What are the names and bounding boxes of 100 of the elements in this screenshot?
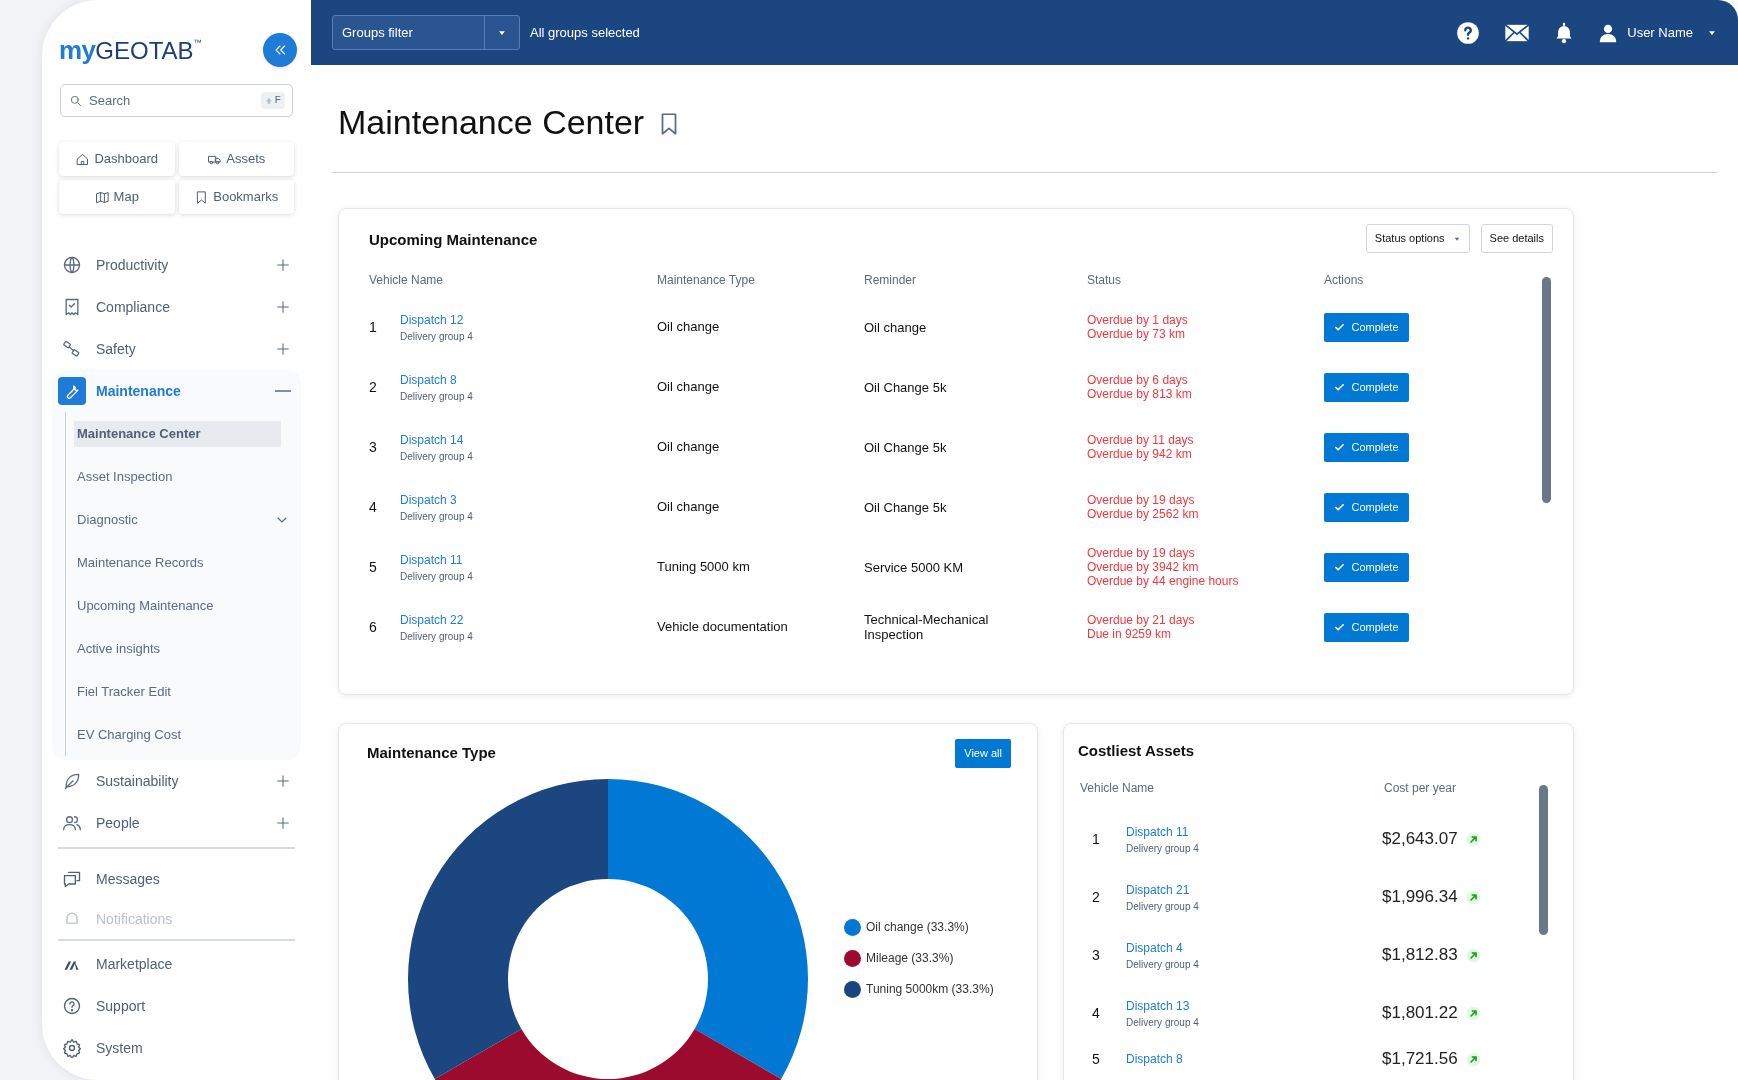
column-header: Vehicle Name: [369, 272, 445, 289]
scrollbar-thumb[interactable]: [1542, 277, 1551, 503]
gear-icon: [62, 1038, 82, 1058]
status-text: Overdue by 942 km: [1087, 447, 1193, 461]
quick-link-button[interactable]: Assets: [178, 142, 294, 176]
submenu-item[interactable]: Maintenance Center: [74, 420, 281, 447]
nav-item[interactable]: Compliance: [52, 286, 301, 328]
complete-button[interactable]: Complete: [1324, 372, 1409, 402]
complete-button[interactable]: Complete: [1324, 612, 1409, 642]
status-text: Overdue by 11 days: [1087, 433, 1195, 447]
check-icon: [1334, 501, 1346, 513]
nav-item[interactable]: Productivity: [52, 244, 301, 286]
complete-button[interactable]: Complete: [1324, 432, 1409, 462]
cost-value: $1,801.22: [1382, 1002, 1458, 1025]
check-icon: [1334, 321, 1346, 333]
page-title: Maintenance Center: [338, 105, 645, 139]
status-text: Overdue by 19 days: [1087, 546, 1196, 560]
legend-label: Tuning 5000km (33.3%): [866, 981, 994, 998]
logo: myGEOTAB™: [59, 37, 202, 63]
vehicle-link[interactable]: Dispatch 13: [1126, 996, 1190, 1015]
vehicle-link[interactable]: Dispatch 11: [1126, 822, 1189, 841]
vehicle-group: Delivery group 4: [400, 448, 473, 464]
quick-link-button[interactable]: Dashboard: [59, 142, 175, 176]
cost-value: $1,812.83: [1382, 944, 1458, 967]
nav-item[interactable]: Safety: [52, 328, 301, 370]
row-number: 2: [369, 377, 378, 397]
vehicle-link[interactable]: Dispatch 3: [400, 490, 457, 509]
table-cell-text: Oil change: [864, 319, 928, 335]
legend-label: Mileage (33.3%): [866, 950, 954, 967]
see-details-button[interactable]: See details: [1480, 224, 1553, 253]
nav-label: Compliance: [96, 297, 171, 317]
card-title: Costliest Assets: [1078, 741, 1196, 761]
table-cell-text: Oil Change 5k: [864, 439, 948, 455]
status-text: Overdue by 21 days: [1087, 613, 1196, 627]
table-cell-text: Technical-Mechanical Inspection: [864, 612, 990, 642]
map-icon: [94, 189, 110, 205]
collapse-button[interactable]: [263, 33, 297, 67]
quick-link-button[interactable]: Bookmarks: [178, 180, 294, 214]
nav-label: Maintenance: [96, 381, 182, 401]
vehicle-link[interactable]: Dispatch 4: [1126, 938, 1183, 957]
submenu-item[interactable]: Active insights: [74, 635, 293, 662]
status-text: Overdue by 73 km: [1087, 327, 1187, 341]
minus-icon: [275, 390, 291, 392]
row-number: 4: [1091, 1003, 1101, 1023]
view-all-button[interactable]: View all: [955, 738, 1011, 768]
status-text: Overdue by 2562 km: [1087, 507, 1200, 521]
row-number: 5: [369, 557, 378, 577]
submenu-item[interactable]: Fiel Tracker Edit: [74, 678, 293, 705]
submenu-item[interactable]: Asset Inspection: [74, 463, 293, 490]
trend-up-icon: [1465, 889, 1481, 905]
status-text: Overdue by 813 km: [1087, 387, 1193, 401]
submenu-item[interactable]: Maintenance Records: [74, 549, 293, 576]
table-cell-text: Oil change: [657, 378, 721, 397]
nav-item[interactable]: People: [52, 802, 301, 844]
status-options-dropdown[interactable]: Status options: [1365, 224, 1470, 253]
groups-filter-dropdown[interactable]: Groups filter: [332, 15, 520, 50]
plus-icon: [275, 257, 291, 273]
nav-item[interactable]: Sustainability: [52, 760, 301, 802]
check-icon: [1334, 381, 1346, 393]
cost-value: $1,721.56: [1382, 1048, 1458, 1071]
nav-item[interactable]: Support: [42, 985, 311, 1027]
row-number: 6: [369, 617, 378, 637]
trend-up-icon: [1465, 1005, 1481, 1021]
table-cell-text: Tuning 5000 km: [657, 558, 751, 577]
card-title: Upcoming Maintenance: [369, 230, 538, 250]
plus-icon: [275, 815, 291, 831]
vehicle-link[interactable]: Dispatch 22: [400, 610, 464, 629]
quick-link-button[interactable]: Map: [59, 180, 175, 214]
complete-button[interactable]: Complete: [1324, 312, 1409, 342]
vehicle-link[interactable]: Dispatch 11: [400, 550, 463, 569]
groups-summary: All groups selected: [530, 23, 640, 42]
column-header: Vehicle Name: [1080, 780, 1156, 797]
vehicle-link[interactable]: Dispatch 8: [1126, 1050, 1183, 1068]
nav-item[interactable]: Marketplace: [42, 943, 311, 985]
complete-button[interactable]: Complete: [1324, 492, 1409, 522]
vehicle-group: Delivery group 4: [400, 508, 473, 524]
vehicle-group: Delivery group 4: [1126, 840, 1199, 856]
vehicle-link[interactable]: Dispatch 21: [1126, 880, 1190, 899]
submenu-item[interactable]: EV Charging Cost: [74, 721, 293, 748]
nav-item[interactable]: System: [42, 1027, 311, 1069]
user-menu-button[interactable]: User Name: [1597, 21, 1717, 44]
vehicle-group: Delivery group 4: [400, 328, 473, 344]
vehicle-group: Delivery group 4: [1126, 956, 1199, 972]
help-icon[interactable]: [1455, 19, 1482, 46]
cost-value: $1,996.34: [1382, 886, 1458, 909]
globe-icon: [62, 255, 82, 275]
check-icon: [1334, 441, 1346, 453]
vehicle-link[interactable]: Dispatch 8: [400, 370, 457, 389]
scrollbar-thumb[interactable]: [1539, 785, 1548, 935]
vehicle-link[interactable]: Dispatch 14: [400, 430, 464, 449]
vehicle-link[interactable]: Dispatch 12: [400, 310, 464, 329]
plus-icon: [275, 773, 291, 789]
nav-item[interactable]: Messages: [42, 859, 311, 899]
submenu-item[interactable]: Diagnostic: [74, 506, 293, 533]
row-number: 5: [1091, 1049, 1101, 1069]
check-icon: [1334, 621, 1346, 633]
nav-item[interactable]: Maintenance: [52, 370, 301, 412]
row-number: 1: [369, 317, 378, 337]
complete-button[interactable]: Complete: [1324, 552, 1409, 582]
submenu-item[interactable]: Upcoming Maintenance: [74, 592, 293, 619]
